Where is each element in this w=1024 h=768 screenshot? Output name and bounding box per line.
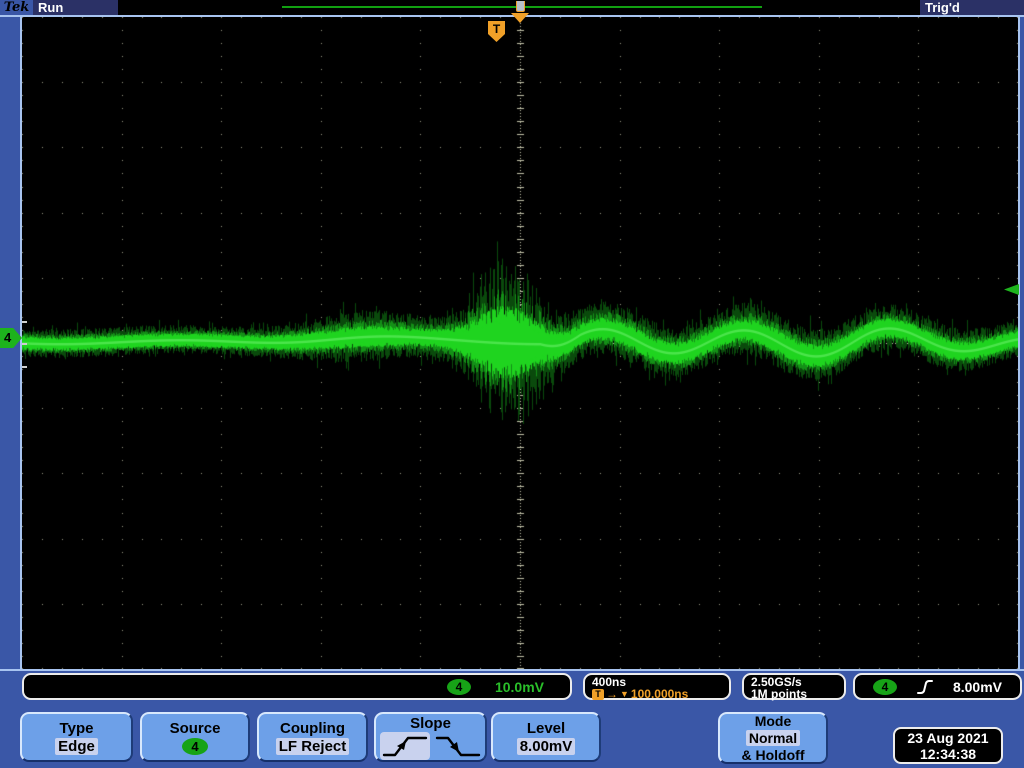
reference-tick [22, 343, 27, 345]
rising-edge-icon [916, 679, 933, 694]
source-label: Source [169, 719, 221, 737]
coupling-label: Coupling [280, 719, 345, 737]
record-length-value: 1M points [751, 687, 807, 701]
coupling-value: LF Reject [275, 737, 350, 755]
slope-label: Slope [410, 714, 451, 732]
channel-scale-readout: 4 10.0mV [22, 673, 572, 700]
menu-button-source[interactable]: Source 4 [140, 712, 250, 762]
acquisition-readout: 2.50GS/s 1M points [742, 673, 846, 700]
trigger-position-arrow-icon [511, 13, 529, 23]
slope-options [380, 731, 481, 760]
slope-rising-selected[interactable] [380, 731, 430, 760]
arrow-right-icon: → [606, 687, 618, 701]
mode-value2: & Holdoff [741, 747, 805, 763]
slope-rising-icon [382, 736, 428, 756]
waveform-display-frame: T [0, 15, 1024, 671]
trigger-status: Trig'd [925, 0, 960, 15]
trigger-position-readout: T → ▼ 100.000ns [592, 688, 729, 700]
type-label: Type [59, 719, 94, 737]
waveform-canvas [22, 17, 1018, 669]
reference-tick [22, 366, 27, 368]
time-value: 12:34:38 [919, 745, 977, 762]
date-value: 23 Aug 2021 [907, 729, 989, 746]
menu-button-coupling[interactable]: Coupling LF Reject [257, 712, 368, 762]
level-label: Level [526, 719, 566, 737]
trigger-position-marker-icon [516, 1, 525, 12]
trigger-readout: 4 8.00mV [853, 673, 1022, 700]
waveform-display: T [20, 17, 1020, 669]
tek-logo: Tek [0, 0, 33, 15]
trigger-t-icon: T [592, 688, 604, 700]
horizontal-readout: 400ns T → ▼ 100.000ns [583, 673, 731, 700]
acquisition-status: Run [38, 0, 64, 15]
menu-button-mode[interactable]: Mode Normal & Holdoff [718, 712, 828, 764]
level-value: 8.00mV [516, 737, 576, 755]
reference-tick [22, 321, 27, 323]
channel-4-badge: 4 [446, 678, 471, 695]
channel-scale-value: 10.0mV [494, 678, 544, 695]
source-channel-badge: 4 [182, 737, 208, 755]
pointer-down-icon: ▼ [620, 689, 629, 699]
slope-falling-icon[interactable] [435, 733, 481, 759]
menu-button-slope[interactable]: Slope [374, 712, 487, 762]
mode-label: Mode [754, 713, 792, 729]
trigger-level-value: 8.00mV [952, 678, 1003, 695]
mode-value: Normal [745, 730, 801, 746]
trigger-position-value: 100.000ns [630, 687, 689, 701]
datetime-box: 23 Aug 2021 12:34:38 [893, 727, 1003, 764]
menu-button-type[interactable]: Type Edge [20, 712, 133, 762]
type-value: Edge [55, 737, 98, 755]
menu-button-level[interactable]: Level 8.00mV [491, 712, 601, 762]
trigger-channel-badge: 4 [872, 678, 897, 695]
